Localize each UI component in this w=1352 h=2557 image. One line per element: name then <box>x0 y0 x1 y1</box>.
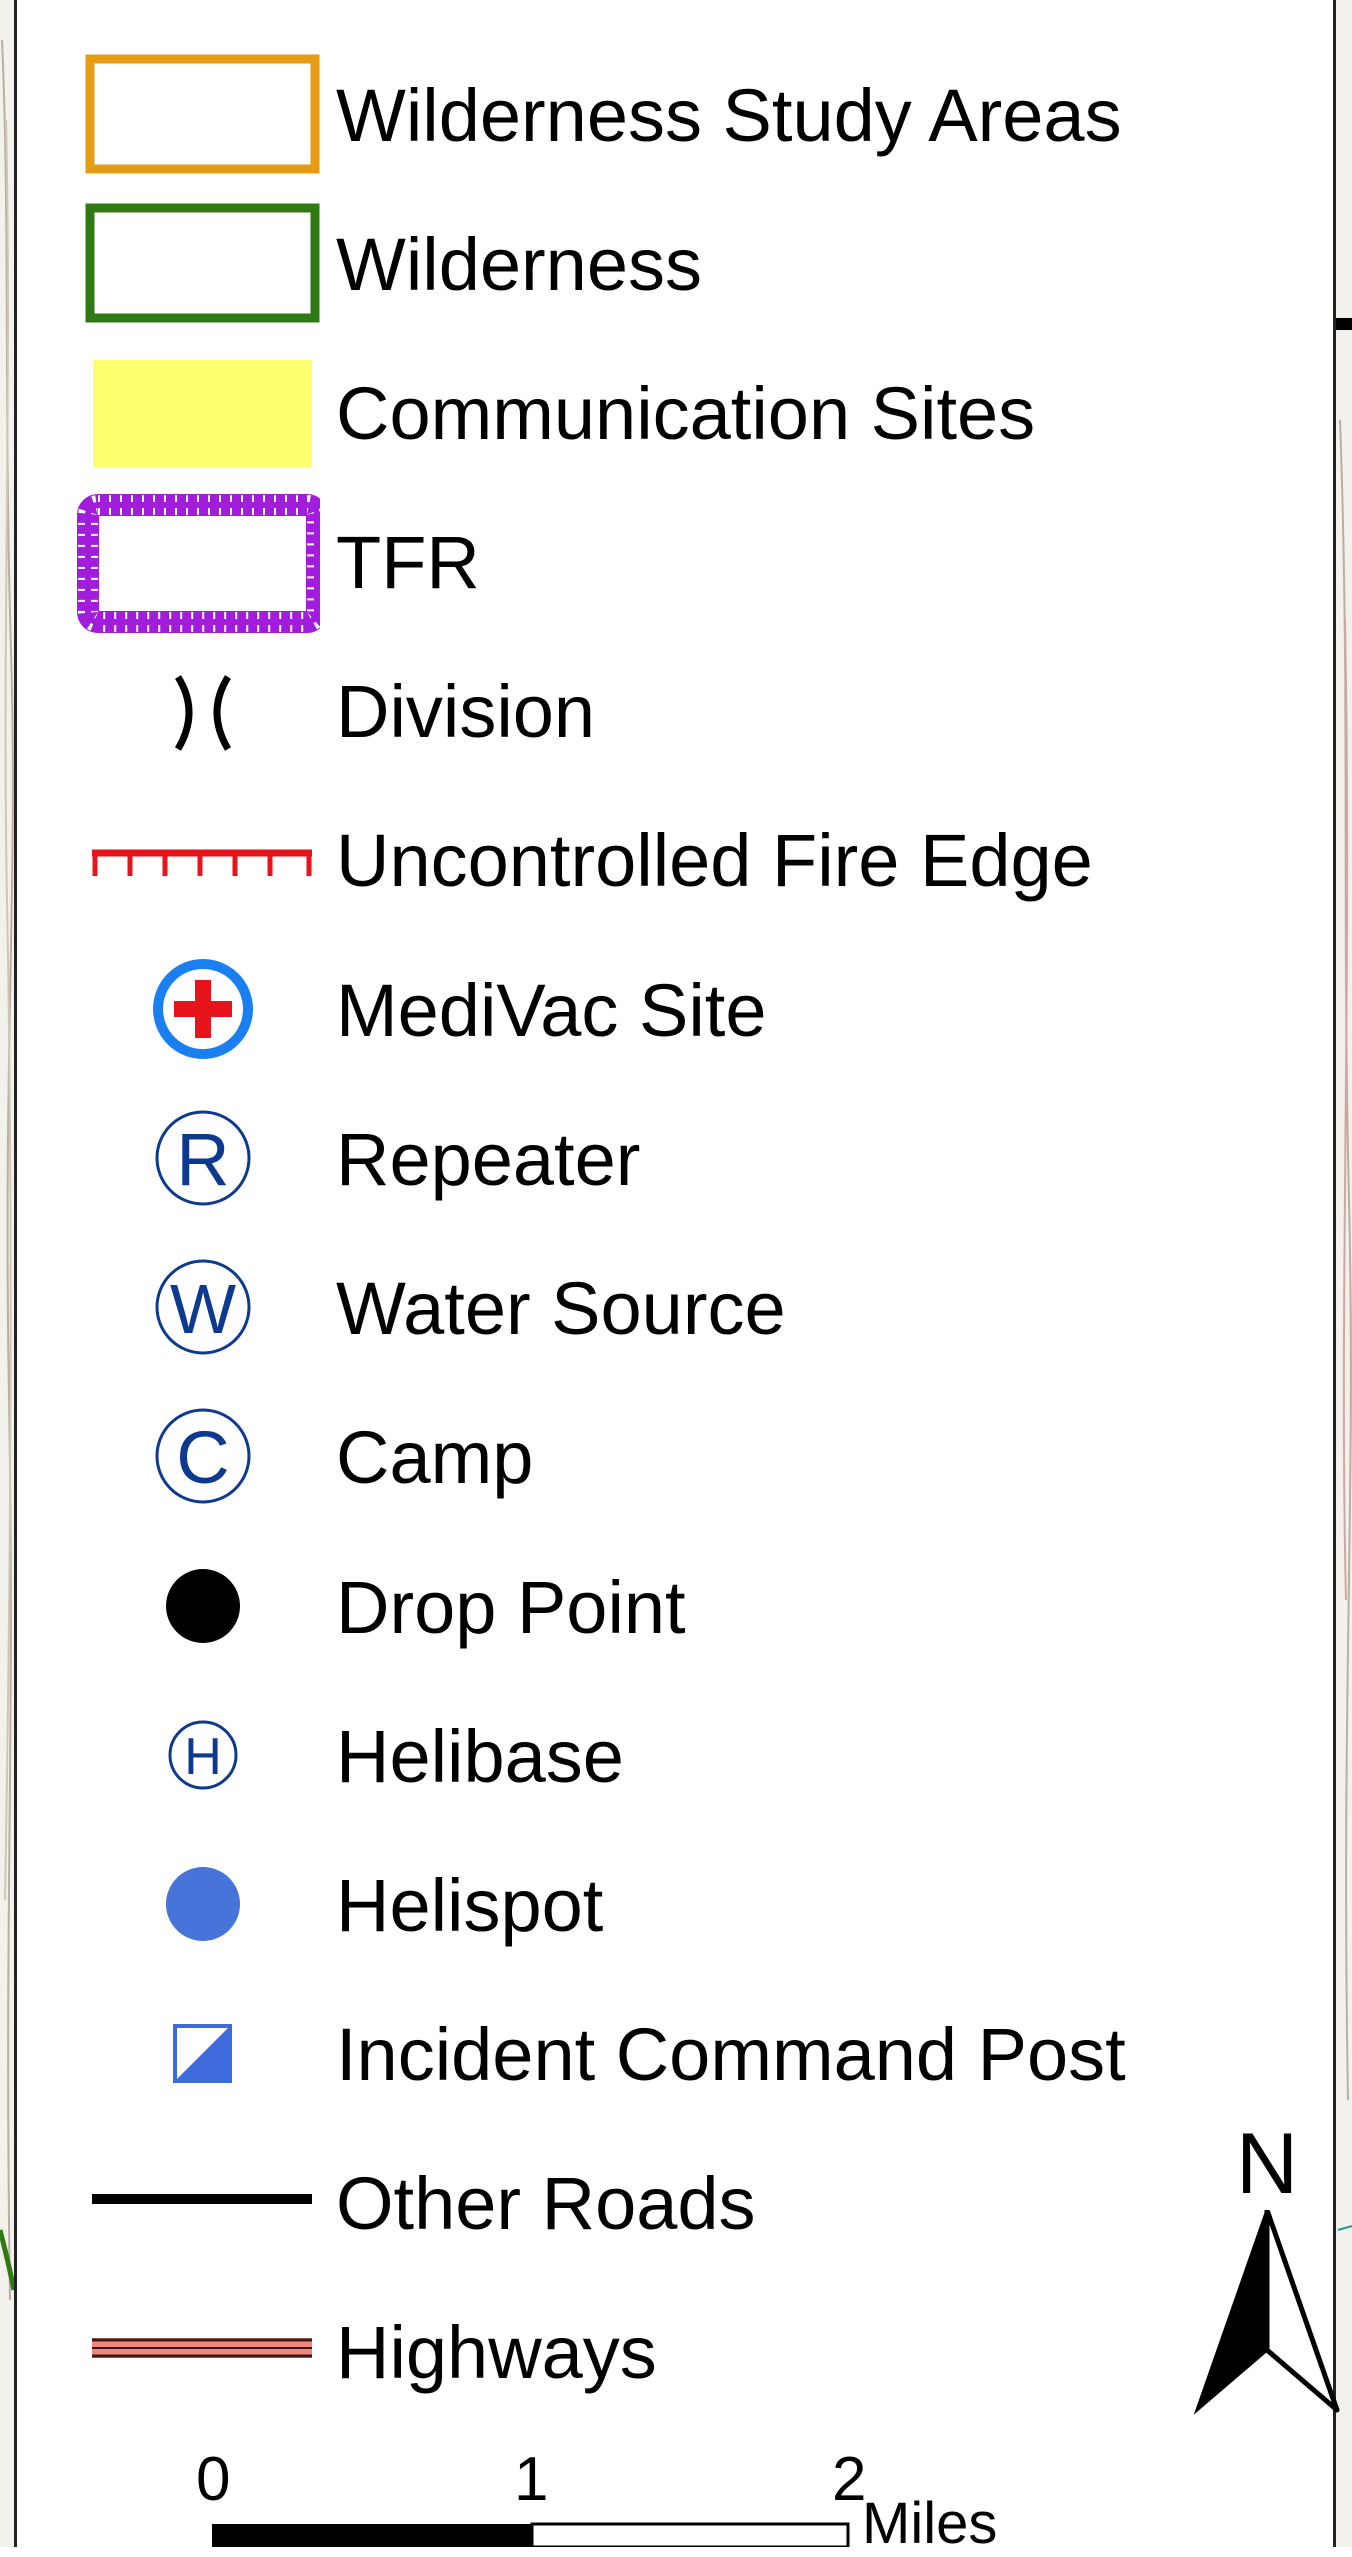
legend-label: TFR <box>336 521 480 604</box>
map-legend-panel: Wilderness Study Areas Wilderness Commun… <box>17 0 1340 2556</box>
wilderness-swatch-icon <box>70 190 320 340</box>
legend-item-repeater: R Repeater <box>17 1085 1333 1235</box>
communication-site-swatch-icon <box>70 339 320 489</box>
water-source-w-icon: W <box>70 1234 320 1384</box>
legend-item-incident-command-post: Incident Command Post <box>17 1980 1333 2130</box>
wilderness-study-area-swatch-icon <box>70 41 320 191</box>
repeater-r-icon: R <box>70 1085 320 1235</box>
legend-item-camp: C Camp <box>17 1383 1333 1533</box>
legend-label: Water Source <box>336 1267 786 1350</box>
legend-item-division: Division <box>17 637 1333 787</box>
legend-label: Repeater <box>336 1118 641 1201</box>
camp-c-icon: C <box>70 1383 320 1533</box>
helispot-dot-icon <box>70 1831 320 1981</box>
scale-bar: 0 1 2 Miles <box>167 2430 1067 2556</box>
legend-label: Helibase <box>336 1715 624 1798</box>
svg-text:C: C <box>176 1416 229 1499</box>
drop-point-dot-icon <box>70 1533 320 1683</box>
legend-item-medivac-site: MediVac Site <box>17 936 1333 1086</box>
uncontrolled-fire-edge-line-icon <box>70 786 320 936</box>
legend-label: Division <box>336 670 596 753</box>
incident-command-post-icon <box>70 1980 320 2130</box>
division-break-icon <box>70 637 320 787</box>
legend-item-communication-sites: Communication Sites <box>17 339 1333 489</box>
legend-item-highways: Highways <box>17 2278 1333 2428</box>
medivac-cross-icon <box>70 936 320 1086</box>
legend-label: Other Roads <box>336 2162 756 2245</box>
helibase-h-icon: H <box>70 1682 320 1832</box>
legend-item-wilderness-study-areas: Wilderness Study Areas <box>17 41 1333 191</box>
legend-item-other-roads: Other Roads <box>17 2129 1333 2279</box>
legend-item-drop-point: Drop Point <box>17 1533 1333 1683</box>
legend-item-helispot: Helispot <box>17 1831 1333 1981</box>
tfr-swatch-icon <box>70 488 320 638</box>
legend-label: Helispot <box>336 1864 604 1947</box>
legend-label: Wilderness Study Areas <box>336 74 1122 157</box>
legend-item-wilderness: Wilderness <box>17 190 1333 340</box>
map-edge-left <box>0 0 17 2547</box>
north-arrow-icon <box>1193 2210 1340 2415</box>
legend-label: MediVac Site <box>336 969 767 1052</box>
legend-label: Uncontrolled Fire Edge <box>336 819 1093 902</box>
legend-label: Wilderness <box>336 223 702 306</box>
highway-line-icon <box>70 2278 320 2428</box>
other-road-line-icon <box>70 2129 320 2279</box>
legend-label: Communication Sites <box>336 372 1036 455</box>
legend-label: Incident Command Post <box>336 2013 1126 2096</box>
legend-item-helibase: H Helibase <box>17 1682 1333 1832</box>
legend-item-water-source: W Water Source <box>17 1234 1333 1384</box>
legend-item-uncontrolled-fire-edge: Uncontrolled Fire Edge <box>17 786 1333 936</box>
legend-label: Drop Point <box>336 1566 686 1649</box>
legend-label: Highways <box>336 2311 657 2394</box>
north-arrow: N <box>1187 2115 1347 2435</box>
svg-text:R: R <box>176 1118 229 1201</box>
legend-label: Camp <box>336 1416 534 1499</box>
svg-text:H: H <box>184 1728 222 1786</box>
north-letter: N <box>1235 2116 1299 2212</box>
legend-item-tfr: TFR <box>17 488 1333 638</box>
svg-text:W: W <box>170 1270 236 1348</box>
